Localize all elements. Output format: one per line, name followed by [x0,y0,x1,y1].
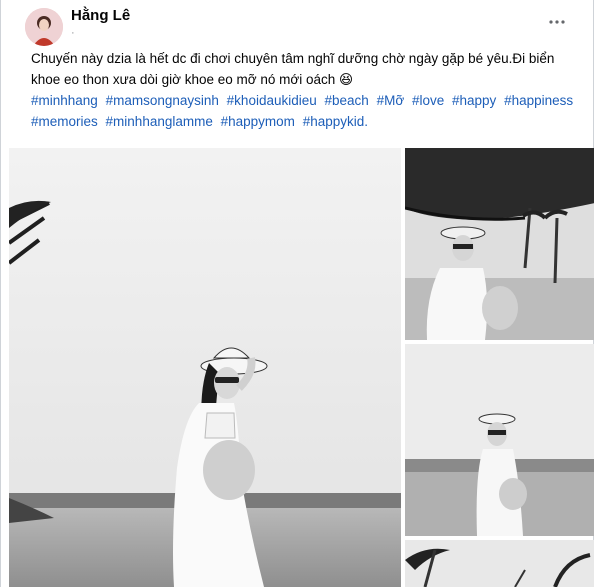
avatar[interactable] [25,8,63,46]
more-options-button[interactable] [547,12,567,32]
hashtag-link[interactable]: #minhhang [31,93,98,108]
photo-main[interactable] [9,148,401,587]
hashtag-link[interactable]: #minhhanglamme [106,114,213,129]
hashtag-list: #minhhang #mamsongnaysinh #khoidaukidieu… [31,90,581,132]
hashtag-link[interactable]: #Mỡ [377,93,405,108]
post-text: Chuyến này dzia là hết dc đi chơi chuyên… [31,48,581,132]
post-time[interactable]: · [71,27,75,39]
post-caption: Chuyến này dzia là hết dc đi chơi chuyên… [31,51,555,87]
photo-thumb-2[interactable] [405,344,594,536]
post-header: Hằng Lê · [7,0,589,48]
hashtag-link[interactable]: #happiness [504,93,573,108]
photo-thumb-1[interactable] [405,148,594,340]
author-name[interactable]: Hằng Lê [71,7,130,24]
hashtag-link[interactable]: #happy [452,93,496,108]
hashtag-link[interactable]: #happymom [221,114,295,129]
hashtag-link[interactable]: #happykid. [303,114,368,129]
hashtag-link[interactable]: #mamsongnaysinh [106,93,219,108]
hashtag-link[interactable]: #beach [325,93,369,108]
photo-thumb-3[interactable] [405,540,594,587]
more-horizontal-icon [549,20,565,24]
feed-frame: Hằng Lê · Chuyến này dzia là hết dc đi c… [0,0,594,587]
hashtag-link[interactable]: #khoidaukidieu [227,93,317,108]
photo-gallery [9,148,594,587]
hashtag-link[interactable]: #memories [31,114,98,129]
hashtag-link[interactable]: #love [412,93,444,108]
post-card: Hằng Lê · Chuyến này dzia là hết dc đi c… [7,0,594,587]
